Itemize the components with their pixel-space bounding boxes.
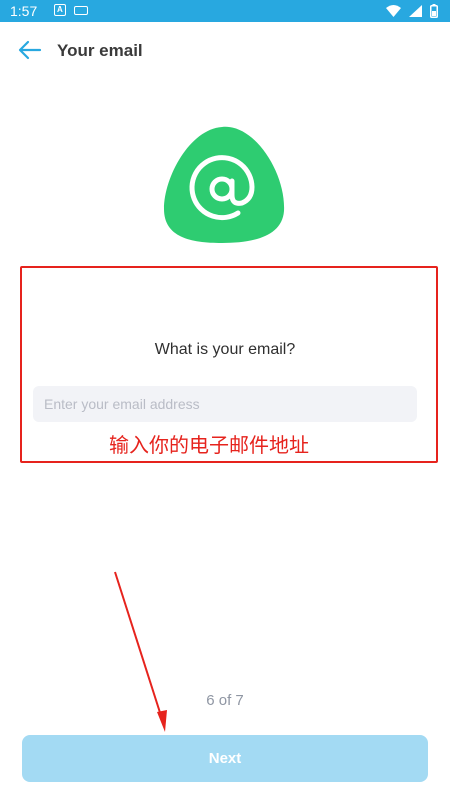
arrow-left-icon[interactable] [18, 40, 42, 60]
email-field[interactable] [33, 386, 417, 422]
battery-icon [430, 4, 438, 18]
step-indicator: 6 of 7 [206, 692, 244, 709]
page-title: Your email [57, 41, 143, 60]
signal-icon [409, 5, 422, 17]
annotation-text: 输入你的电子邮件地址 [109, 433, 309, 457]
email-question: What is your email? [154, 341, 296, 358]
text-a-icon: A [54, 4, 66, 16]
at-sign-icon [164, 126, 285, 243]
status-bar: 1:57 A [0, 0, 450, 22]
keyboard-icon [74, 6, 88, 15]
next-button[interactable]: Next [22, 735, 428, 782]
status-icons [386, 4, 438, 18]
status-time: 1:57 [10, 3, 38, 19]
app-header: Your email [0, 22, 450, 78]
wifi-icon [386, 5, 401, 17]
